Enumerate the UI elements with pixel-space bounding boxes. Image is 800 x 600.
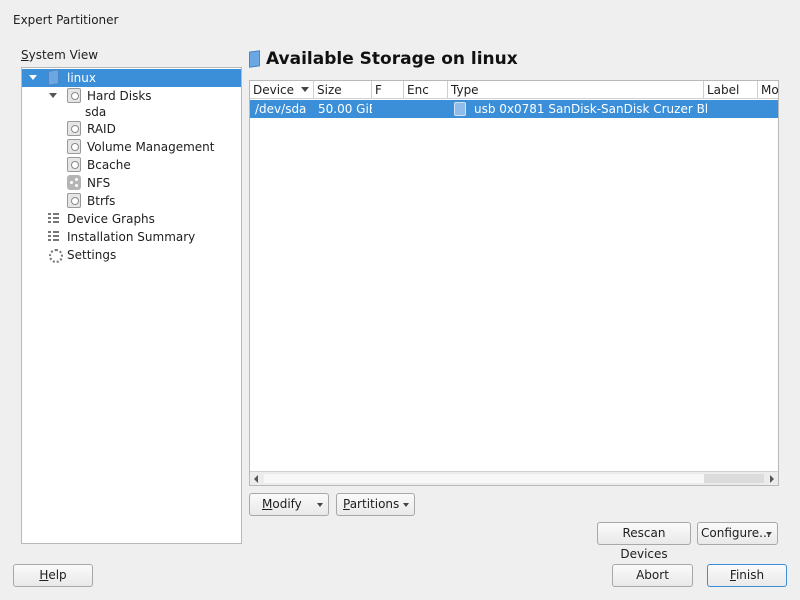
chevron-down-icon bbox=[766, 532, 772, 536]
tree-item-label: sda bbox=[85, 105, 107, 119]
share-icon bbox=[67, 175, 81, 190]
column-header-size[interactable]: Size bbox=[314, 81, 372, 99]
tree-item-sda[interactable]: sda bbox=[22, 103, 241, 121]
graph-icon bbox=[47, 211, 61, 226]
tree-item-label: Installation Summary bbox=[67, 230, 196, 244]
column-header-label: Device bbox=[253, 83, 295, 97]
expand-arrow-icon[interactable] bbox=[48, 91, 58, 101]
computer-icon bbox=[48, 69, 59, 86]
scrollbar-track[interactable] bbox=[704, 474, 764, 483]
finish-button[interactable]: Finish bbox=[707, 564, 787, 587]
tree-item-label: NFS bbox=[87, 176, 111, 190]
scrollbar-thumb[interactable] bbox=[264, 474, 704, 483]
chevron-down-icon bbox=[403, 503, 409, 507]
modify-label-rest: odify bbox=[272, 497, 302, 511]
help-mnemonic: H bbox=[39, 568, 49, 582]
disk-icon bbox=[67, 121, 81, 136]
configure-button[interactable]: Configure... bbox=[697, 522, 778, 545]
disk-icon bbox=[67, 139, 81, 154]
column-header-label[interactable]: Label bbox=[704, 81, 758, 99]
scroll-left-icon[interactable] bbox=[254, 475, 258, 483]
computer-icon bbox=[249, 50, 260, 68]
tree-item-linux[interactable]: linux bbox=[22, 69, 241, 87]
finish-label-rest: inish bbox=[735, 568, 765, 582]
table-row[interactable]: /dev/sda 50.00 GiB usb 0x0781 SanDisk-Sa… bbox=[250, 100, 778, 118]
rescan-devices-button[interactable]: Rescan Devices bbox=[597, 522, 691, 561]
system-view-label-rest: ystem View bbox=[28, 48, 99, 62]
gear-icon bbox=[47, 247, 63, 263]
tree-item-device-graphs[interactable]: Device Graphs bbox=[22, 210, 241, 228]
help-label-rest: elp bbox=[48, 568, 67, 582]
tree-item-label: linux bbox=[67, 71, 96, 85]
abort-button[interactable]: Abort bbox=[612, 564, 693, 587]
modify-mnemonic: M bbox=[262, 497, 273, 511]
column-header-device[interactable]: Device bbox=[250, 81, 314, 99]
partitions-button[interactable]: Partitions bbox=[336, 493, 415, 516]
tree-item-label: RAID bbox=[87, 122, 116, 136]
page-title: Available Storage on linux bbox=[266, 49, 518, 69]
cell-type: usb 0x0781 SanDisk-SanDisk Cruzer Blade bbox=[474, 102, 707, 116]
cell-device: /dev/sda bbox=[255, 102, 307, 116]
partitions-label-rest: artitions bbox=[349, 497, 400, 511]
disk-icon bbox=[454, 102, 466, 116]
window-title: Expert Partitioner bbox=[13, 13, 119, 27]
expand-arrow-icon[interactable] bbox=[28, 73, 38, 83]
disk-icon bbox=[67, 193, 81, 208]
system-view-label-mnemonic: S bbox=[21, 48, 29, 62]
column-header-mount[interactable]: Mo bbox=[758, 81, 778, 99]
disk-icon bbox=[67, 88, 81, 103]
tree-item-label: Btrfs bbox=[87, 194, 116, 208]
chevron-down-icon bbox=[317, 503, 323, 507]
tree-item-volume-management[interactable]: Volume Management bbox=[22, 138, 241, 156]
tree-item-nfs[interactable]: NFS bbox=[22, 174, 241, 192]
partitions-mnemonic: P bbox=[343, 497, 350, 511]
column-header-f[interactable]: F bbox=[372, 81, 404, 99]
configure-label: Configure... bbox=[701, 526, 771, 540]
modify-button[interactable]: Modify bbox=[249, 493, 329, 516]
tree-item-label: Device Graphs bbox=[67, 212, 155, 226]
scroll-right-icon[interactable] bbox=[770, 475, 774, 483]
tree-item-settings[interactable]: Settings bbox=[22, 246, 241, 264]
tree-item-bcache[interactable]: Bcache bbox=[22, 156, 241, 174]
system-view-tree[interactable]: linux Hard Disks sda RAID Volume Managem… bbox=[21, 67, 242, 544]
list-icon bbox=[47, 229, 61, 244]
table-header: Device Size F Enc Type Label Mo bbox=[250, 81, 778, 99]
tree-item-label: Settings bbox=[67, 248, 117, 262]
cell-size: 50.00 GiB bbox=[318, 102, 372, 116]
sort-descending-icon bbox=[301, 87, 309, 92]
horizontal-scrollbar[interactable] bbox=[250, 471, 778, 485]
help-button[interactable]: Help bbox=[13, 564, 93, 587]
disk-icon bbox=[67, 157, 81, 172]
tree-item-raid[interactable]: RAID bbox=[22, 120, 241, 138]
tree-item-label: Bcache bbox=[87, 158, 131, 172]
column-header-type[interactable]: Type bbox=[448, 81, 704, 99]
tree-item-installation-summary[interactable]: Installation Summary bbox=[22, 228, 241, 246]
column-header-enc[interactable]: Enc bbox=[404, 81, 448, 99]
storage-table[interactable]: Device Size F Enc Type Label Mo /dev/sda… bbox=[249, 80, 779, 486]
tree-item-label: Volume Management bbox=[87, 140, 215, 154]
tree-item-btrfs[interactable]: Btrfs bbox=[22, 192, 241, 210]
system-view-label: System View bbox=[21, 48, 98, 62]
